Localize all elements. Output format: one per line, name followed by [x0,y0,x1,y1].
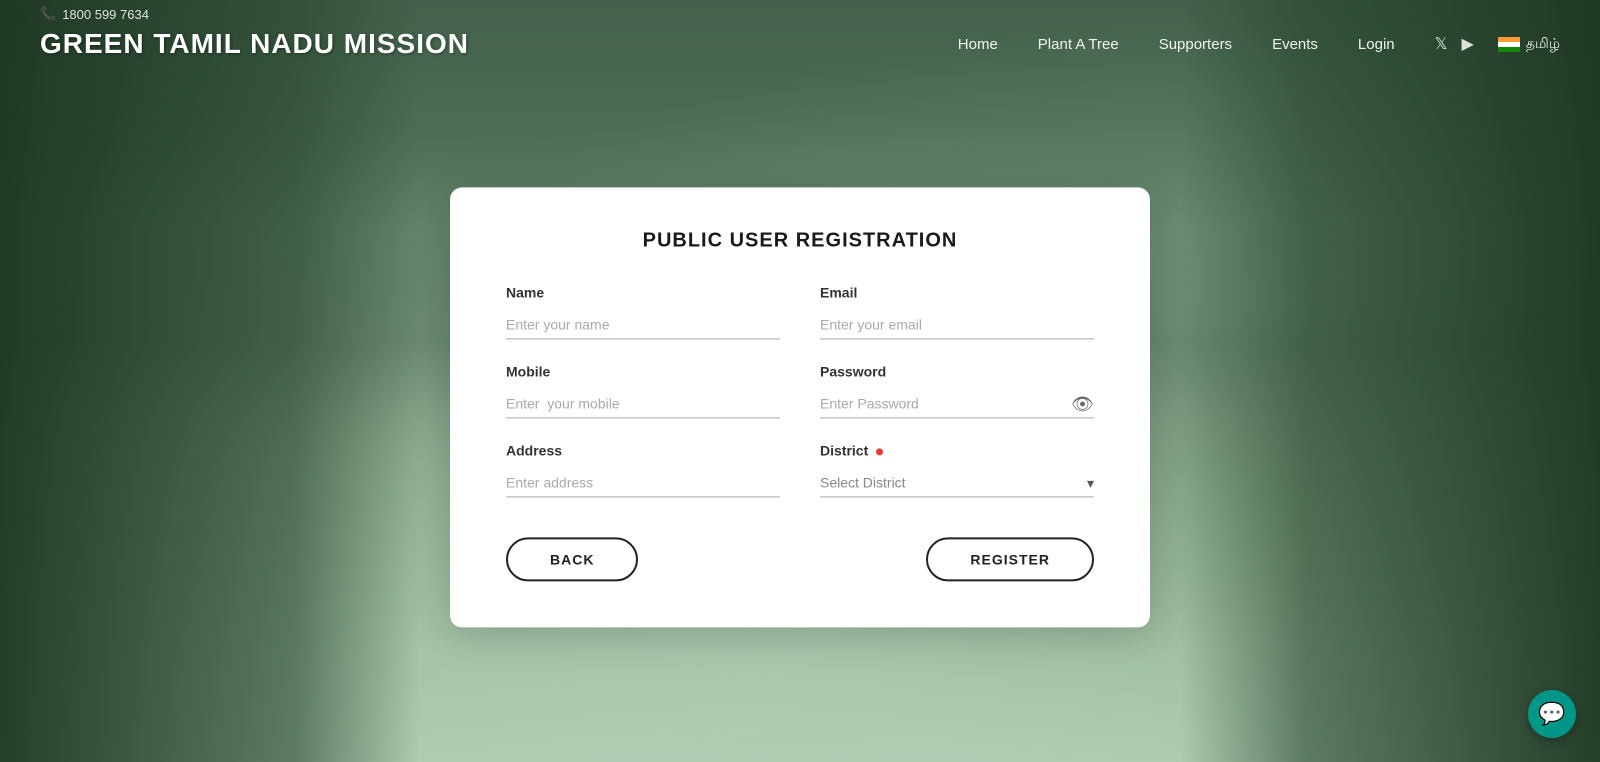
address-group: Address [506,442,780,497]
social-icons: 𝕏 ▶ தமிழ் [1435,34,1560,54]
form-row-3: Address District Select District Chennai… [506,442,1094,497]
mobile-group: Mobile [506,363,780,418]
youtube-icon[interactable]: ▶ [1462,34,1474,54]
password-wrapper: 👁 [820,389,1094,418]
nav-plant-a-tree[interactable]: Plant A Tree [1038,36,1119,53]
required-indicator [876,448,883,455]
name-group: Name [506,284,780,339]
phone-icon: 📞 [40,6,56,22]
main-nav: Home Plant A Tree Supporters Events Logi… [958,36,1395,53]
phone-number: 1800 599 7634 [62,7,149,22]
password-group: Password 👁 [820,363,1094,418]
chat-button[interactable]: 💬 [1528,690,1576,738]
email-group: Email [820,284,1094,339]
district-label: District [820,442,1094,458]
nav-login[interactable]: Login [1358,36,1395,53]
header: 📞 1800 599 7634 GREEN TAMIL NADU MISSION… [0,0,1600,76]
name-label: Name [506,284,780,300]
language-label: தமிழ் [1526,35,1560,54]
language-selector[interactable]: தமிழ் [1498,35,1560,54]
india-flag [1498,37,1520,52]
email-label: Email [820,284,1094,300]
trees-left [0,0,420,762]
form-row-1: Name Email [506,284,1094,339]
top-bar: 📞 1800 599 7634 [0,0,1600,28]
district-select-wrapper: Select District Chennai Coimbatore Madur… [820,468,1094,497]
password-input[interactable] [820,389,1094,418]
nav-supporters[interactable]: Supporters [1159,36,1232,53]
address-input[interactable] [506,468,780,497]
registration-form: PUBLIC USER REGISTRATION Name Email Mobi… [450,187,1150,627]
site-title: GREEN TAMIL NADU MISSION [40,28,958,60]
district-select[interactable]: Select District Chennai Coimbatore Madur… [820,468,1094,497]
register-button[interactable]: REGISTER [926,537,1094,581]
name-input[interactable] [506,310,780,339]
nav-home[interactable]: Home [958,36,998,53]
email-input[interactable] [820,310,1094,339]
back-button[interactable]: BACK [506,537,638,581]
nav-bar: GREEN TAMIL NADU MISSION Home Plant A Tr… [0,28,1600,76]
form-title: PUBLIC USER REGISTRATION [506,229,1094,252]
form-row-2: Mobile Password 👁 [506,363,1094,418]
address-label: Address [506,442,780,458]
chat-icon: 💬 [1538,701,1565,727]
mobile-input[interactable] [506,389,780,418]
toggle-password-icon[interactable]: 👁 [1071,393,1094,414]
twitter-icon[interactable]: 𝕏 [1435,34,1448,54]
nav-events[interactable]: Events [1272,36,1318,53]
mobile-label: Mobile [506,363,780,379]
password-label: Password [820,363,1094,379]
form-buttons: BACK REGISTER [506,537,1094,581]
trees-right [1180,0,1600,762]
district-group: District Select District Chennai Coimbat… [820,442,1094,497]
